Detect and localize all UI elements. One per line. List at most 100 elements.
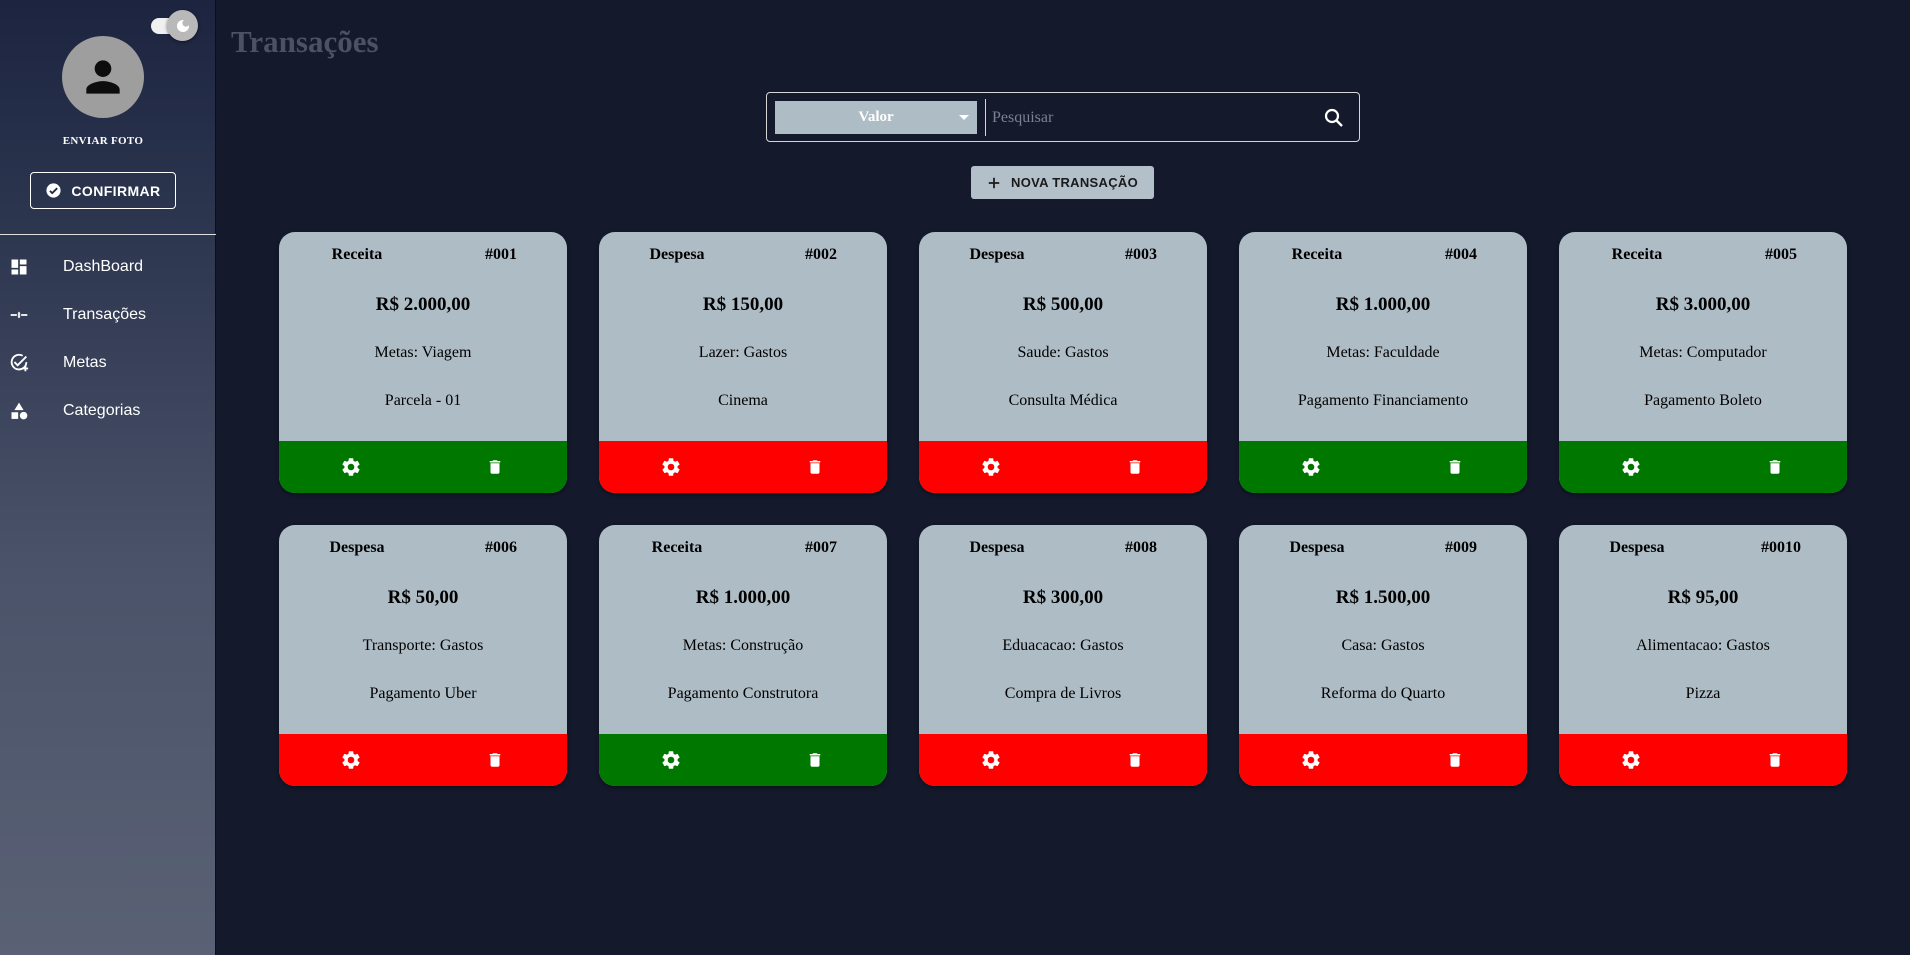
gear-icon[interactable] — [1559, 734, 1703, 786]
transaction-type: Receita — [651, 539, 703, 556]
gear-icon[interactable] — [919, 441, 1063, 493]
card-header: Receita #005 — [1559, 246, 1847, 266]
gear-icon[interactable] — [599, 441, 743, 493]
gear-icon[interactable] — [279, 734, 423, 786]
search-icon[interactable] — [1322, 106, 1346, 130]
transaction-type: Despesa — [969, 539, 1025, 556]
transaction-type: Despesa — [1289, 539, 1345, 556]
trash-icon[interactable] — [1383, 734, 1527, 786]
sidebar-item-label: DashBoard — [63, 258, 144, 275]
sidebar-item-categorias[interactable]: Categorias — [0, 387, 216, 435]
transaction-id: #0010 — [1761, 539, 1801, 556]
transaction-value: R$ 1.000,00 — [1335, 294, 1431, 315]
moon-icon — [167, 10, 198, 41]
transaction-description: Pagamento Uber — [369, 685, 477, 702]
card-actions — [279, 734, 567, 786]
upload-photo-link[interactable]: ENVIAR FOTO — [0, 135, 206, 147]
chevron-down-icon — [959, 115, 969, 120]
trash-icon[interactable] — [1063, 441, 1207, 493]
person-icon — [86, 60, 120, 94]
transaction-id: #006 — [485, 539, 517, 556]
transaction-type: Despesa — [1609, 539, 1665, 556]
transaction-value: R$ 3.000,00 — [1655, 294, 1751, 315]
gear-icon[interactable] — [279, 441, 423, 493]
transaction-description: Reforma do Quarto — [1320, 685, 1446, 702]
card-header: Receita #001 — [279, 246, 567, 266]
sidebar-divider — [0, 234, 216, 235]
transaction-card: Receita #007 R$ 1.000,00 Metas: Construç… — [599, 525, 887, 786]
card-actions — [1239, 441, 1527, 493]
card-header: Despesa #002 — [599, 246, 887, 266]
transaction-type: Despesa — [329, 539, 385, 556]
sidebar-item-transacoes[interactable]: Transações — [0, 291, 216, 339]
transaction-value: R$ 1.000,00 — [695, 587, 791, 608]
transaction-id: #007 — [805, 539, 837, 556]
card-actions — [1239, 734, 1527, 786]
transaction-card: Despesa #009 R$ 1.500,00 Casa: Gastos Re… — [1239, 525, 1527, 786]
transaction-value: R$ 2.000,00 — [375, 294, 471, 315]
card-actions — [1559, 734, 1847, 786]
transaction-description: Pagamento Boleto — [1644, 392, 1762, 409]
sidebar: ENVIAR FOTO CONFIRMAR DashBoard Transaçõ… — [0, 0, 216, 955]
search-bar: Valor — [766, 92, 1360, 142]
card-header: Receita #007 — [599, 539, 887, 559]
confirm-button[interactable]: CONFIRMAR — [30, 172, 176, 209]
card-header: Despesa #009 — [1239, 539, 1527, 559]
trash-icon[interactable] — [1703, 734, 1847, 786]
goals-icon — [0, 352, 38, 374]
card-actions — [599, 441, 887, 493]
check-circle-icon — [46, 183, 62, 198]
trash-icon[interactable] — [423, 441, 567, 493]
transaction-card: Despesa #002 R$ 150,00 Lazer: Gastos Cin… — [599, 232, 887, 493]
gear-icon[interactable] — [1239, 734, 1383, 786]
trash-icon[interactable] — [423, 734, 567, 786]
categories-icon — [0, 401, 38, 421]
trash-icon[interactable] — [1703, 441, 1847, 493]
card-actions — [1559, 441, 1847, 493]
transaction-category: Transporte: Gastos — [362, 637, 484, 654]
transaction-category: Metas: Faculdade — [1326, 344, 1440, 361]
sidebar-item-label: Metas — [63, 354, 107, 371]
sidebar-item-label: Categorias — [63, 402, 141, 419]
transaction-value: R$ 50,00 — [387, 587, 459, 608]
transaction-card: Despesa #0010 R$ 95,00 Alimentacao: Gast… — [1559, 525, 1847, 786]
transaction-type: Receita — [331, 246, 383, 263]
transaction-value: R$ 500,00 — [1022, 294, 1104, 315]
trash-icon[interactable] — [743, 734, 887, 786]
transaction-description: Pagamento Financiamento — [1297, 392, 1469, 409]
transaction-card: Despesa #003 R$ 500,00 Saude: Gastos Con… — [919, 232, 1207, 493]
new-transaction-button[interactable]: NOVA TRANSAÇÃO — [971, 166, 1154, 199]
trash-icon[interactable] — [743, 441, 887, 493]
search-input[interactable] — [992, 101, 1312, 134]
gear-icon[interactable] — [599, 734, 743, 786]
transactions-grid: Receita #001 R$ 2.000,00 Metas: Viagem P… — [279, 232, 1847, 786]
avatar[interactable] — [62, 36, 144, 118]
transaction-type: Despesa — [969, 246, 1025, 263]
transaction-card: Receita #005 R$ 3.000,00 Metas: Computad… — [1559, 232, 1847, 493]
transaction-id: #008 — [1125, 539, 1157, 556]
gear-icon[interactable] — [1559, 441, 1703, 493]
transaction-category: Alimentacao: Gastos — [1636, 637, 1770, 654]
transaction-card: Receita #004 R$ 1.000,00 Metas: Faculdad… — [1239, 232, 1527, 493]
sidebar-item-dashboard[interactable]: DashBoard — [0, 243, 216, 291]
theme-toggle[interactable] — [151, 10, 198, 41]
trash-icon[interactable] — [1383, 441, 1527, 493]
transaction-value: R$ 150,00 — [702, 294, 784, 315]
transactions-icon — [0, 305, 38, 325]
sidebar-item-metas[interactable]: Metas — [0, 339, 216, 387]
card-header: Despesa #003 — [919, 246, 1207, 266]
gear-icon[interactable] — [919, 734, 1063, 786]
transaction-type: Receita — [1611, 246, 1663, 263]
trash-icon[interactable] — [1063, 734, 1207, 786]
transaction-id: #005 — [1765, 246, 1797, 263]
gear-icon[interactable] — [1239, 441, 1383, 493]
transaction-category: Metas: Computador — [1639, 344, 1767, 361]
page-title: Transações — [231, 24, 379, 59]
transaction-description: Cinema — [718, 392, 768, 409]
filter-select-value: Valor — [858, 109, 894, 125]
transaction-category: Eduacacao: Gastos — [1002, 637, 1124, 654]
transaction-description: Pagamento Construtora — [667, 685, 819, 702]
filter-select[interactable]: Valor — [775, 101, 977, 134]
sidebar-nav: DashBoard Transações Metas Categorias — [0, 243, 216, 435]
sidebar-item-label: Transações — [63, 306, 146, 323]
